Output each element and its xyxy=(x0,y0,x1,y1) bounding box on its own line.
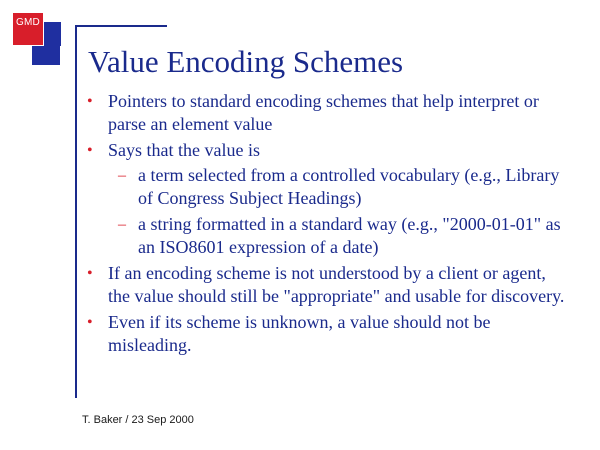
bullet-list: • Pointers to standard encoding schemes … xyxy=(87,90,567,360)
dash-icon: – xyxy=(118,216,126,233)
sub-bullet-text: a term selected from a controlled vocabu… xyxy=(138,165,560,208)
bullet-item: • If an encoding scheme is not understoo… xyxy=(87,262,567,308)
bullet-item: • Says that the value is – a term select… xyxy=(87,139,567,259)
bullet-icon: • xyxy=(87,142,93,159)
bullet-item: • Even if its scheme is unknown, a value… xyxy=(87,311,567,357)
logo-blue-block-bottom xyxy=(32,46,60,65)
bullet-text: If an encoding scheme is not understood … xyxy=(108,263,565,306)
sub-bullet-item: – a term selected from a controlled voca… xyxy=(114,164,567,210)
bullet-text: Says that the value is xyxy=(108,140,260,160)
bullet-text: Even if its scheme is unknown, a value s… xyxy=(108,312,491,355)
sub-bullet-list: – a term selected from a controlled voca… xyxy=(108,164,567,259)
sub-bullet-text: a string formatted in a standard way (e.… xyxy=(138,214,561,257)
footer-credit: T. Baker / 23 Sep 2000 xyxy=(82,414,194,426)
dash-icon: – xyxy=(118,167,126,184)
bullet-icon: • xyxy=(87,93,93,110)
horizontal-rule xyxy=(75,25,167,27)
slide-title: Value Encoding Schemes xyxy=(88,44,404,79)
sub-bullet-item: – a string formatted in a standard way (… xyxy=(114,213,567,259)
vertical-rule xyxy=(75,25,77,398)
logo-red-block: GMD xyxy=(13,13,43,45)
bullet-text: Pointers to standard encoding schemes th… xyxy=(108,91,539,134)
logo-blue-block-right xyxy=(44,22,61,46)
gmd-logo: GMD xyxy=(13,13,61,65)
bullet-icon: • xyxy=(87,314,93,331)
bullet-icon: • xyxy=(87,265,93,282)
bullet-item: • Pointers to standard encoding schemes … xyxy=(87,90,567,136)
